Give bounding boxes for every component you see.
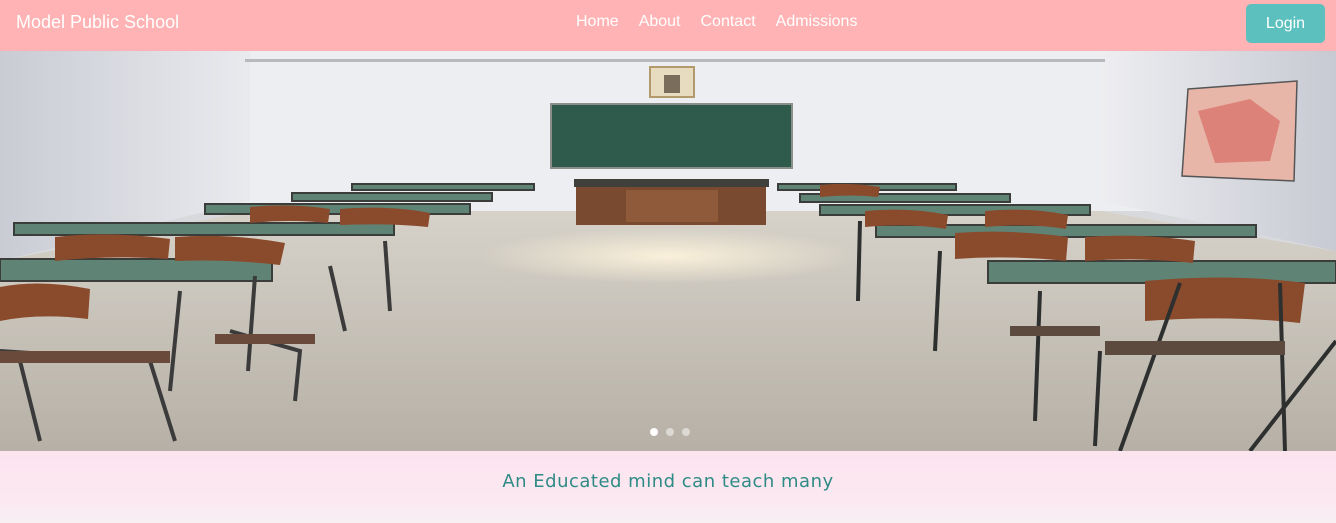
top-navbar: Model Public School Home About Contact A…: [0, 0, 1336, 51]
nav-links: Home About Contact Admissions: [566, 13, 867, 31]
carousel-dot-2[interactable]: [666, 428, 674, 436]
carousel-dot-3[interactable]: [682, 428, 690, 436]
classroom-image: [0, 51, 1336, 451]
nav-home-link[interactable]: Home: [566, 13, 629, 31]
hero-carousel[interactable]: [0, 51, 1336, 451]
tagline-section: An Educated mind can teach many: [0, 451, 1336, 523]
brand-name[interactable]: Model Public School: [16, 12, 179, 33]
nav-contact-link[interactable]: Contact: [691, 13, 766, 31]
tagline-text: An Educated mind can teach many: [502, 471, 834, 492]
carousel-dot-1[interactable]: [650, 428, 658, 436]
nav-admissions-link[interactable]: Admissions: [766, 13, 868, 31]
nav-about-link[interactable]: About: [629, 13, 691, 31]
carousel-indicators: [650, 428, 690, 436]
login-button[interactable]: Login: [1246, 4, 1325, 43]
